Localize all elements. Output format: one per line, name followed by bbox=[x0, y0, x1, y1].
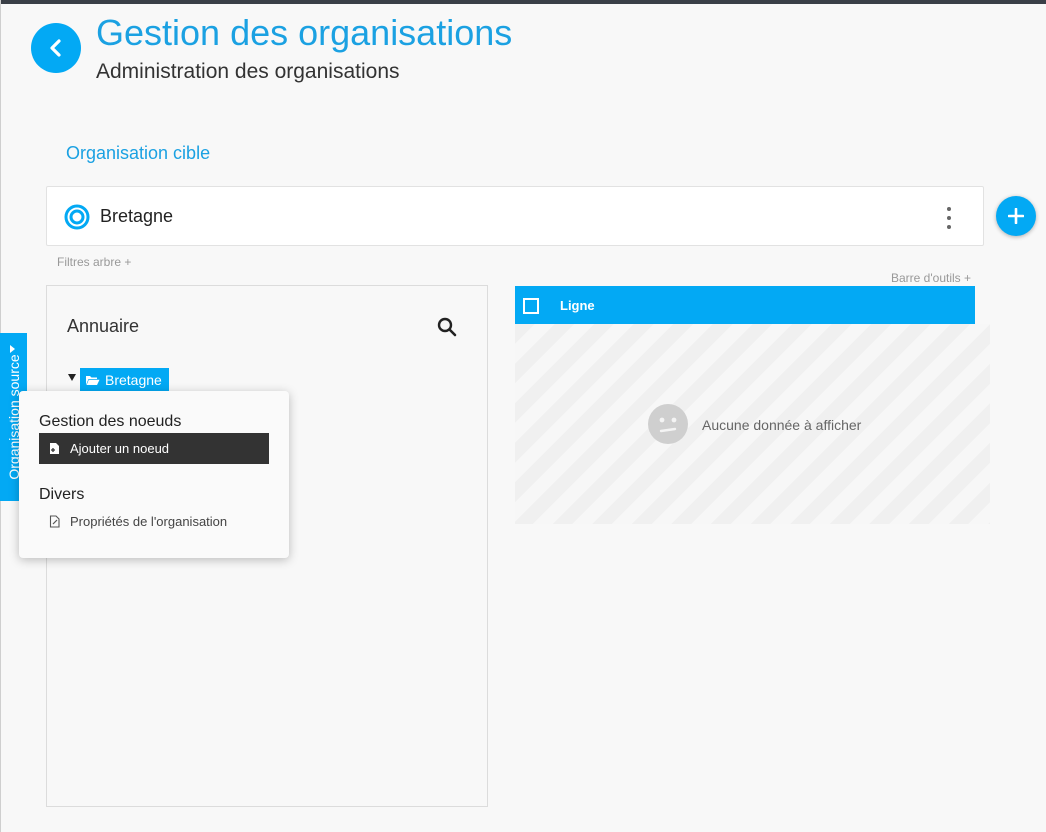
menu-heading-misc: Divers bbox=[39, 486, 85, 503]
plus-icon bbox=[1008, 208, 1024, 224]
more-vert-icon[interactable] bbox=[939, 207, 959, 229]
folder-open-icon bbox=[86, 376, 100, 385]
page-subtitle: Administration des organisations bbox=[96, 60, 400, 83]
menu-item-label: Propriétés de l'organisation bbox=[70, 514, 228, 529]
neutral-face-icon bbox=[648, 404, 688, 444]
search-icon[interactable] bbox=[436, 316, 458, 338]
target-organisation-label: Organisation cible bbox=[66, 143, 211, 163]
add-node-icon bbox=[50, 443, 59, 454]
tree-expand-toggle[interactable] bbox=[68, 374, 76, 381]
tree-node-bretagne[interactable]: Bretagne bbox=[80, 368, 169, 392]
chevron-left-icon bbox=[50, 39, 61, 57]
page-title: Gestion des organisations bbox=[96, 12, 513, 53]
page: Gestion des organisations Administration… bbox=[0, 0, 1046, 832]
add-button[interactable] bbox=[996, 196, 1036, 236]
empty-message: Aucune donnée à afficher bbox=[702, 417, 862, 433]
grid-empty-state: Aucune donnée à afficher bbox=[515, 324, 990, 524]
grid-header: Ligne bbox=[515, 286, 975, 324]
context-menu: Gestion des noeuds Ajouter un noeud Dive… bbox=[19, 391, 289, 558]
annuaire-title: Annuaire bbox=[67, 316, 140, 336]
properties-icon bbox=[49, 515, 60, 528]
target-organisation-name: Bretagne bbox=[100, 206, 174, 226]
target-circle-icon bbox=[64, 204, 90, 230]
back-button[interactable] bbox=[31, 23, 81, 73]
tree-node-label: Bretagne bbox=[105, 372, 162, 388]
menu-item-label: Ajouter un noeud bbox=[70, 441, 170, 456]
target-organisation-bar: Bretagne bbox=[46, 186, 984, 246]
toolbar-link[interactable]: Barre d'outils + bbox=[891, 271, 971, 285]
menu-heading-nodes: Gestion des noeuds bbox=[39, 413, 182, 430]
menu-item-add-node[interactable]: Ajouter un noeud bbox=[39, 433, 269, 464]
top-bar bbox=[0, 0, 1046, 4]
caret-right-icon bbox=[10, 345, 15, 353]
menu-item-organisation-properties[interactable]: Propriétés de l'organisation bbox=[39, 506, 269, 537]
tree-filters-link[interactable]: Filtres arbre + bbox=[57, 255, 131, 269]
grid-column-ligne[interactable]: Ligne bbox=[560, 298, 595, 313]
select-all-checkbox[interactable] bbox=[523, 298, 539, 314]
